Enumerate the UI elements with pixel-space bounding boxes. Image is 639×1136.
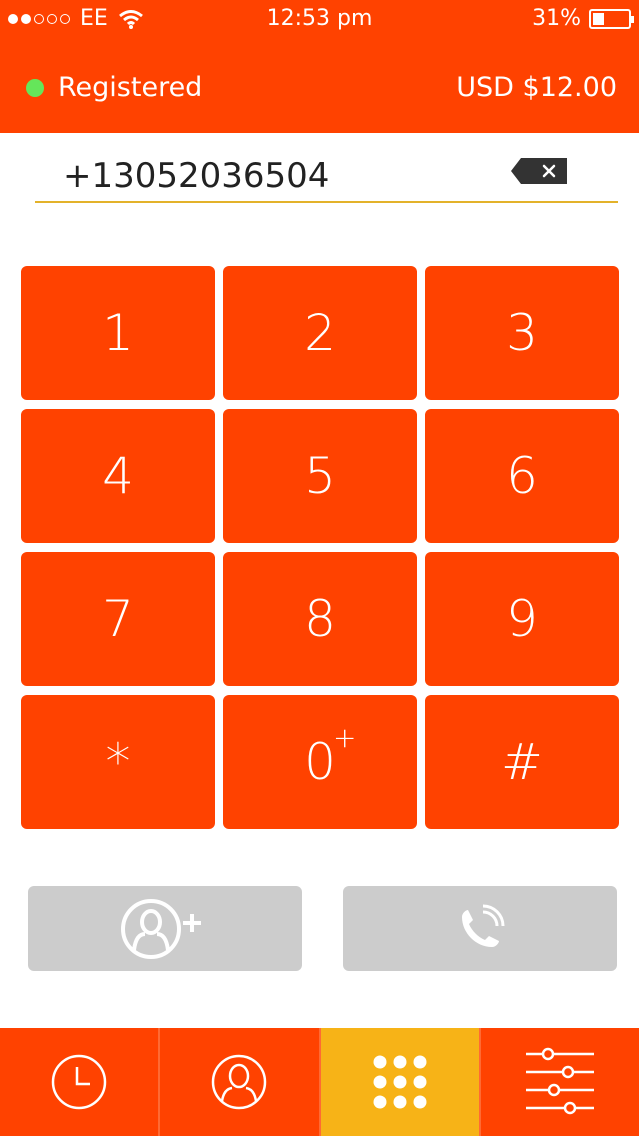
keypad-icon	[373, 1055, 427, 1109]
tab-settings[interactable]	[480, 1028, 639, 1136]
registration-label: Registered	[58, 72, 203, 103]
status-bar: EE 12:53 pm 31%	[0, 0, 639, 38]
key-label: #	[501, 733, 543, 791]
dialed-number-field[interactable]: +13052036504	[35, 152, 618, 203]
key-5[interactable]: 5	[223, 409, 417, 543]
settings-sliders-icon	[525, 1047, 594, 1115]
account-balance: USD $12.00	[456, 72, 617, 103]
key-label: 9	[506, 590, 538, 648]
call-button[interactable]	[343, 886, 617, 971]
tab-recents[interactable]	[0, 1028, 161, 1136]
key-8[interactable]: 8	[223, 552, 417, 686]
key-7[interactable]: 7	[21, 552, 215, 686]
key-6[interactable]: 6	[425, 409, 619, 543]
battery-icon	[589, 8, 634, 29]
dialed-number: +13052036504	[63, 156, 330, 196]
tab-bar	[0, 1028, 639, 1136]
key-label: 0	[304, 733, 336, 791]
key-9[interactable]: 9	[425, 552, 619, 686]
app-header: Registered USD $12.00	[0, 38, 639, 133]
status-dot-icon	[26, 78, 44, 97]
key-3[interactable]: 3	[425, 266, 619, 400]
backspace-button[interactable]	[511, 158, 567, 184]
add-contact-icon	[121, 898, 201, 959]
key-2[interactable]: 2	[223, 266, 417, 400]
contacts-icon	[212, 1054, 267, 1110]
tab-keypad[interactable]	[320, 1028, 481, 1136]
key-label: 6	[506, 447, 538, 505]
battery-status: 31%	[532, 6, 634, 31]
keypad: 1 2 3 4 5 6 7 8 9 * 0 + #	[21, 266, 619, 829]
key-label: 5	[304, 447, 336, 505]
key-sup-label: +	[333, 721, 357, 754]
key-label: 3	[506, 304, 538, 362]
key-star[interactable]: *	[21, 695, 215, 829]
key-label: 8	[304, 590, 336, 648]
clock-icon	[51, 1054, 107, 1110]
battery-percent: 31%	[532, 6, 581, 31]
key-1[interactable]: 1	[21, 266, 215, 400]
key-label: *	[105, 733, 131, 791]
key-label: 1	[102, 304, 134, 362]
add-contact-button[interactable]	[28, 886, 302, 971]
key-label: 7	[102, 590, 134, 648]
tab-contacts[interactable]	[160, 1028, 321, 1136]
key-0[interactable]: 0 +	[223, 695, 417, 829]
key-label: 2	[304, 304, 336, 362]
key-4[interactable]: 4	[21, 409, 215, 543]
key-label: 4	[102, 447, 134, 505]
registration-status: Registered	[26, 72, 202, 103]
key-hash[interactable]: #	[425, 695, 619, 829]
phone-call-icon	[462, 904, 505, 947]
